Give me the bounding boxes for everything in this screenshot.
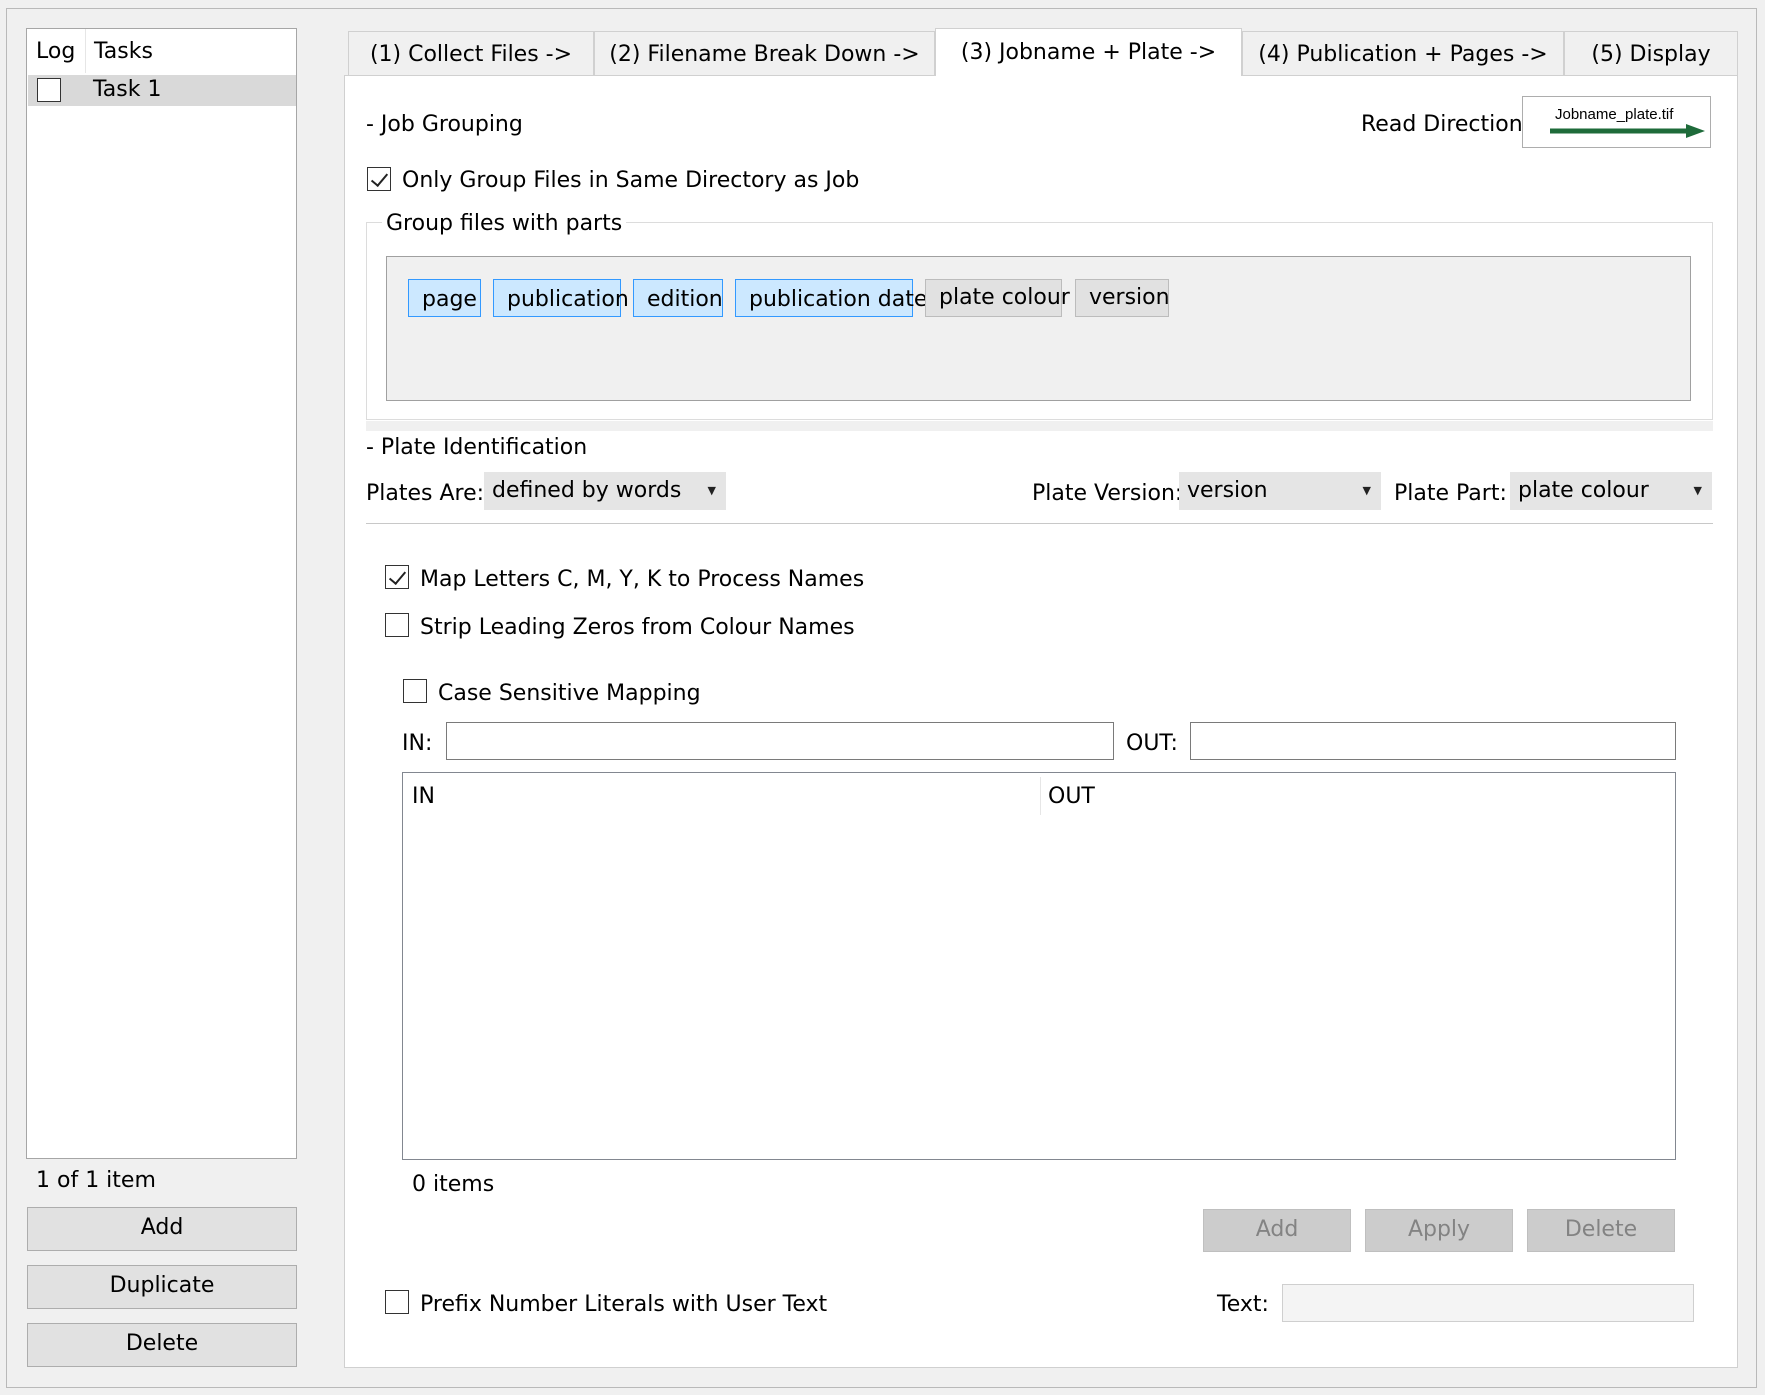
out-label: OUT: xyxy=(1126,731,1178,756)
case-sensitive-label[interactable]: Case Sensitive Mapping xyxy=(438,681,701,706)
plate-version-value: version xyxy=(1187,478,1268,503)
section-splitter[interactable] xyxy=(366,421,1713,431)
plates-are-label: Plates Are: xyxy=(366,481,485,506)
delete-task-button[interactable]: Delete xyxy=(27,1323,297,1367)
part-plate-colour-chip[interactable]: plate colour xyxy=(925,279,1070,317)
part-publication-date-chip[interactable]: publication date xyxy=(735,279,927,317)
prefix-checkbox[interactable] xyxy=(385,1290,409,1314)
part-page-chip[interactable]: page xyxy=(408,279,481,317)
plate-version-select[interactable]: version ▼ xyxy=(1179,472,1381,510)
only-group-checkbox[interactable] xyxy=(367,167,391,191)
mapping-table[interactable]: IN OUT xyxy=(402,772,1676,1160)
right-arrow-icon xyxy=(1550,124,1705,138)
only-group-label[interactable]: Only Group Files in Same Directory as Jo… xyxy=(402,168,859,193)
tab-collect-files[interactable]: (1) Collect Files -> xyxy=(348,31,594,76)
part-version-chip[interactable]: version xyxy=(1075,279,1170,317)
prefix-text-input[interactable] xyxy=(1282,1284,1694,1322)
column-separator xyxy=(1040,777,1041,815)
tab-display[interactable]: (5) Display xyxy=(1564,31,1738,76)
group-parts-title: Group files with parts xyxy=(382,211,627,236)
read-direction-filename: Jobname_plate.tif xyxy=(1555,106,1674,123)
plates-are-value: defined by words xyxy=(492,478,682,503)
mapping-count: 0 items xyxy=(412,1172,495,1197)
plate-identification-heading[interactable]: - Plate Identification xyxy=(366,435,587,460)
read-direction-button[interactable]: Jobname_plate.tif xyxy=(1522,96,1711,148)
out-input[interactable] xyxy=(1190,722,1676,760)
duplicate-task-button[interactable]: Duplicate xyxy=(27,1265,297,1309)
column-separator xyxy=(85,29,86,73)
case-sensitive-checkbox[interactable] xyxy=(403,679,427,703)
text-label: Text: xyxy=(1217,1292,1269,1317)
prefix-label[interactable]: Prefix Number Literals with User Text xyxy=(420,1292,827,1317)
chevron-down-icon: ▼ xyxy=(707,484,716,497)
task-list[interactable]: Log Tasks Task 1 xyxy=(26,28,297,1159)
plates-are-select[interactable]: defined by words ▼ xyxy=(484,472,726,510)
in-input[interactable] xyxy=(446,722,1114,760)
plate-part-value: plate colour xyxy=(1518,478,1649,503)
apply-mapping-button[interactable]: Apply xyxy=(1365,1209,1513,1252)
tab-jobname-plate[interactable]: (3) Jobname + Plate -> xyxy=(935,28,1242,76)
task-row[interactable]: Task 1 xyxy=(28,75,296,106)
out-column-header[interactable]: OUT xyxy=(1048,784,1095,809)
chevron-down-icon: ▼ xyxy=(1362,484,1371,497)
strip-zeros-checkbox[interactable] xyxy=(385,613,409,637)
divider xyxy=(366,523,1713,524)
add-mapping-button[interactable]: Add xyxy=(1203,1209,1351,1252)
in-label: IN: xyxy=(402,731,433,756)
in-column-header[interactable]: IN xyxy=(412,784,435,809)
plate-part-label: Plate Part: xyxy=(1394,481,1507,506)
job-grouping-heading[interactable]: - Job Grouping xyxy=(366,112,523,137)
chevron-down-icon: ▼ xyxy=(1693,484,1702,497)
map-letters-checkbox[interactable] xyxy=(385,565,409,589)
task-list-header: Log Tasks xyxy=(27,29,296,73)
group-parts-area[interactable] xyxy=(386,256,1691,401)
log-column-header[interactable]: Log xyxy=(36,39,75,64)
task-label: Task 1 xyxy=(93,77,162,102)
strip-zeros-label[interactable]: Strip Leading Zeros from Colour Names xyxy=(420,615,855,640)
delete-mapping-button[interactable]: Delete xyxy=(1527,1209,1675,1252)
task-count: 1 of 1 item xyxy=(36,1168,156,1193)
mapping-table-header: IN OUT xyxy=(403,773,1675,819)
tab-filename-break-down[interactable]: (2) Filename Break Down -> xyxy=(594,31,935,76)
part-publication-chip[interactable]: publication xyxy=(493,279,629,317)
add-task-button[interactable]: Add xyxy=(27,1207,297,1251)
task-log-checkbox[interactable] xyxy=(37,78,61,102)
plate-version-label: Plate Version: xyxy=(1032,481,1183,506)
plate-part-select[interactable]: plate colour ▼ xyxy=(1510,472,1712,510)
map-letters-label[interactable]: Map Letters C, M, Y, K to Process Names xyxy=(420,567,864,592)
read-direction-label: Read Direction: xyxy=(1361,112,1531,137)
tasks-column-header[interactable]: Tasks xyxy=(94,39,153,64)
tab-publication-pages[interactable]: (4) Publication + Pages -> xyxy=(1242,31,1564,76)
part-edition-chip[interactable]: edition xyxy=(633,279,723,317)
